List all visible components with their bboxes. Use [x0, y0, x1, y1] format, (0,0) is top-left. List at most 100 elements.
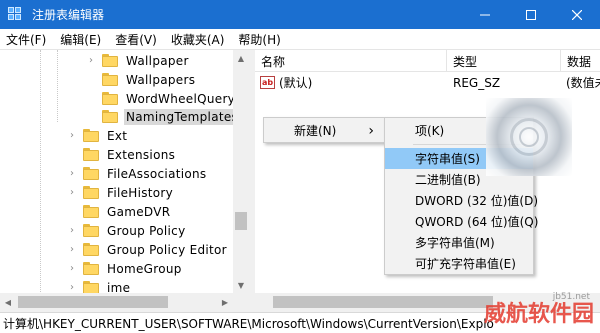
tree-node-gamedvr[interactable]: GameDVR [67, 202, 172, 221]
scroll-right-icon[interactable]: ▶ [217, 293, 233, 312]
submenu-item-label: 可扩充字符串值(E) [415, 257, 516, 271]
menu-file[interactable]: 文件(F) [6, 31, 46, 48]
chevron-right-icon[interactable]: › [86, 55, 96, 66]
folder-icon [102, 54, 118, 67]
tree-node-wallpapers[interactable]: Wallpapers [86, 70, 197, 89]
minimize-button[interactable] [462, 0, 508, 29]
column-header-data[interactable]: 数据 [561, 50, 600, 72]
folder-icon [83, 224, 99, 237]
tree-node-namingtemplates[interactable]: NamingTemplates [86, 107, 241, 126]
tree-node-label: WordWheelQuery [126, 91, 236, 106]
value-data: (数值未 [566, 76, 600, 90]
status-path: 计算机\HKEY_CURRENT_USER\SOFTWARE\Microsoft… [3, 316, 494, 331]
watermark-logo-icon [486, 98, 572, 176]
chevron-right-icon: › [368, 122, 374, 139]
expander-placeholder [86, 112, 96, 122]
folder-icon [83, 205, 99, 218]
folder-icon [102, 110, 118, 123]
folder-icon [83, 243, 99, 256]
tree-node-label: Wallpapers [126, 72, 196, 87]
chevron-right-icon[interactable]: › [67, 187, 77, 198]
tree-vertical-scrollbar[interactable]: ▲ ▼ [233, 50, 249, 312]
folder-icon [83, 148, 99, 161]
minimize-icon [480, 14, 490, 15]
scroll-up-icon[interactable]: ▲ [233, 50, 249, 66]
column-header-name[interactable]: 名称 [255, 50, 447, 72]
tree-node-homegroup[interactable]: › HomeGroup [67, 259, 184, 278]
value-name-cell: ab (默认) [260, 73, 312, 92]
title-bar: 注册表编辑器 [0, 0, 600, 29]
maximize-button[interactable] [508, 0, 554, 29]
column-header-type[interactable]: 类型 [447, 50, 561, 72]
tree-node-label: Group Policy Editor [107, 242, 227, 257]
tree-node-wallpaper[interactable]: › Wallpaper [86, 51, 191, 70]
menu-edit[interactable]: 编辑(E) [60, 31, 101, 48]
expander-placeholder [86, 94, 96, 104]
tree-node-label: HomeGroup [107, 261, 182, 276]
string-value-icon: ab [260, 76, 275, 89]
chevron-right-icon[interactable]: › [67, 263, 77, 274]
expander-placeholder [67, 150, 77, 160]
chevron-right-icon[interactable]: › [67, 168, 77, 179]
scroll-down-icon[interactable]: ▼ [233, 277, 249, 293]
menu-favorites[interactable]: 收藏夹(A) [171, 31, 225, 48]
expander-placeholder [86, 75, 96, 85]
chevron-right-icon[interactable]: › [67, 130, 77, 141]
registry-tree[interactable]: › Wallpaper Wallpapers WordWheelQuery Na… [0, 50, 249, 312]
expander-placeholder [67, 207, 77, 217]
tree-node-label: FileAssociations [107, 166, 207, 181]
list-header: 名称 类型 数据 [255, 50, 600, 72]
submenu-item-label: 项(K) [415, 124, 445, 138]
tree-node-group-policy-editor[interactable]: › Group Policy Editor [67, 240, 229, 259]
tree-node-fileassociations[interactable]: › FileAssociations [67, 164, 208, 183]
context-menu-new-label: 新建(N) [294, 124, 337, 138]
submenu-item-label: QWORD (64 位)值(Q) [415, 215, 539, 229]
tree-node-group-policy[interactable]: › Group Policy [67, 221, 187, 240]
folder-icon [83, 186, 99, 199]
tree-node-label: NamingTemplates [124, 108, 241, 125]
close-button[interactable] [554, 0, 600, 29]
chevron-right-icon[interactable]: › [67, 282, 77, 293]
window-title: 注册表编辑器 [32, 8, 105, 22]
tree-node-label: GameDVR [107, 204, 171, 219]
folder-icon [83, 129, 99, 142]
tree-node-filehistory[interactable]: › FileHistory [67, 183, 175, 202]
tree-horizontal-scrollbar[interactable]: ◀ ▶ [0, 293, 233, 312]
submenu-item-dword-value[interactable]: DWORD (32 位)值(D) [385, 190, 538, 211]
folder-icon [83, 262, 99, 275]
tree-node-label: Group Policy [107, 223, 186, 238]
folder-icon [102, 92, 118, 105]
chevron-right-icon[interactable]: › [67, 225, 77, 236]
tree-node-label: FileHistory [107, 185, 174, 200]
menu-help[interactable]: 帮助(H) [238, 31, 280, 48]
tree-guide-line [40, 50, 41, 312]
value-type: REG_SZ [453, 75, 501, 90]
tree-node-extensions[interactable]: Extensions [67, 145, 177, 164]
scroll-left-icon[interactable]: ◀ [0, 293, 16, 312]
menu-view[interactable]: 查看(V) [115, 31, 157, 48]
submenu-item-label: 字符串值(S) [415, 152, 480, 166]
registry-editor-icon [8, 6, 24, 23]
watermark-text: 威航软件园 [483, 301, 594, 327]
context-menu: 新建(N) › [263, 117, 385, 143]
submenu-item-qword-value[interactable]: QWORD (64 位)值(Q) [385, 211, 538, 232]
close-icon [572, 9, 582, 20]
chevron-right-icon[interactable]: › [67, 244, 77, 255]
tree-node-label: Ext [107, 128, 128, 143]
folder-icon [102, 73, 118, 86]
tree-node-ext[interactable]: › Ext [67, 126, 129, 145]
submenu-item-multi-string-value[interactable]: 多字符串值(M) [385, 232, 533, 253]
context-menu-new[interactable]: 新建(N) › [264, 120, 384, 141]
tree-node-wordwheelquery[interactable]: WordWheelQuery [86, 89, 237, 108]
tree-node-label: Wallpaper [126, 53, 189, 68]
submenu-item-label: 二进制值(B) [415, 173, 481, 187]
scrollbar-thumb[interactable] [18, 296, 168, 308]
folder-icon [83, 167, 99, 180]
scrollbar-thumb[interactable] [273, 296, 493, 308]
table-row[interactable]: ab (默认) REG_SZ (数值未 [255, 73, 600, 92]
tree-guide-line [57, 50, 58, 122]
submenu-item-expandable-string-value[interactable]: 可扩充字符串值(E) [385, 253, 533, 274]
maximize-icon [526, 9, 536, 20]
submenu-item-label: 多字符串值(M) [415, 236, 495, 250]
scrollbar-thumb[interactable] [235, 212, 247, 230]
